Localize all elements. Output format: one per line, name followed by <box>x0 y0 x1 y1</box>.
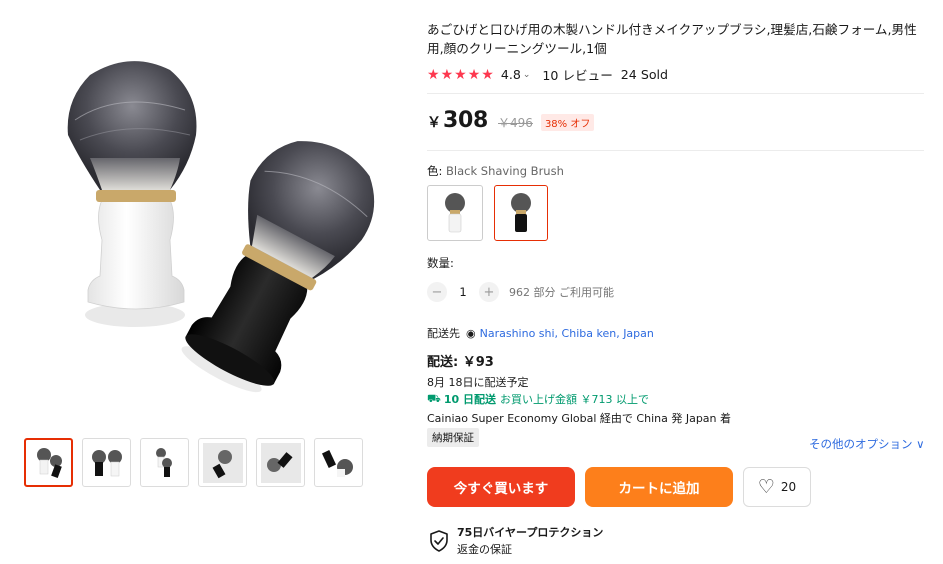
chevron-down-icon[interactable]: ⌄ <box>523 70 531 80</box>
star-icon: ★ <box>440 66 454 83</box>
rating-stars: ★ ★ ★ ★ ★ <box>427 68 494 82</box>
star-icon: ★ <box>467 66 481 83</box>
shield-check-icon <box>430 529 448 552</box>
buyer-protection-subtitle: 返金の保証 <box>457 543 512 556</box>
quantity-stepper: − 1 + 962 部分 ご利用可能 <box>427 282 614 302</box>
divider <box>427 93 924 94</box>
product-main-image[interactable] <box>20 40 410 420</box>
rating-row: ★ ★ ★ ★ ★ 4.8 ⌄ 10 レビュー 24 Sold <box>427 65 668 84</box>
divider <box>427 150 924 151</box>
quantity-increase-button[interactable]: + <box>479 282 499 302</box>
shipping-fee: 配送: ￥93 <box>427 355 494 370</box>
heart-icon: ♡ <box>757 475 775 498</box>
thumbnail-1[interactable] <box>24 438 73 487</box>
wishlist-button[interactable]: ♡ 20 <box>743 467 811 507</box>
star-icon: ★ <box>454 66 467 83</box>
fast-delivery-condition: お買い上げ金額 ￥713 以上で <box>499 393 649 406</box>
shipping-carrier: Cainiao Super Economy Global 経由で China 発… <box>427 412 732 425</box>
fast-delivery-days: 10 日配送 <box>443 393 496 406</box>
sold-count: 24 Sold <box>620 67 669 82</box>
delivery-date: 8月 18日に配送予定 <box>427 376 529 389</box>
thumbnail-3[interactable] <box>140 438 189 487</box>
wishlist-count: 20 <box>780 480 797 494</box>
white-brush-illustration <box>67 61 197 327</box>
color-label-text: 色: <box>427 164 443 178</box>
quantity-value[interactable]: 1 <box>447 285 479 299</box>
fast-delivery-row: ⛟ 10 日配送 お買い上げ金額 ￥713 以上で <box>427 391 649 407</box>
thumbnail-4[interactable] <box>198 438 247 487</box>
color-label: 色: Black Shaving Brush <box>427 163 564 179</box>
discount-badge: 38% オフ <box>540 114 595 131</box>
truck-icon: ⛟ <box>427 391 441 405</box>
buy-now-button[interactable]: 今すぐ買います <box>427 467 575 507</box>
product-title: あごひげと口ひげ用の木製ハンドル付きメイクアップブラシ,理髪店,石鹸フォーム,男… <box>427 22 917 56</box>
thumbnail-6[interactable] <box>314 438 363 487</box>
rating-value[interactable]: 4.8 <box>501 67 521 82</box>
available-stock: 962 部分 ご利用可能 <box>509 286 614 299</box>
ship-to-label: 配送先 <box>427 327 460 340</box>
original-price: ￥496 <box>498 116 533 130</box>
price-currency: ￥ <box>427 115 441 131</box>
black-brush-illustration <box>181 141 375 393</box>
buyer-protection-title: 75日バイヤープロテクション <box>457 526 604 539</box>
add-to-cart-button[interactable]: カートに追加 <box>585 467 733 507</box>
thumbnail-2[interactable] <box>82 438 131 487</box>
current-price: 308 <box>443 108 489 133</box>
buyer-protection[interactable]: 75日バイヤープロテクション 返金の保証 <box>429 524 603 557</box>
star-icon: ★ <box>427 66 440 83</box>
buyer-protection-text: 75日バイヤープロテクション 返金の保証 <box>457 524 603 557</box>
selected-color: Black Shaving Brush <box>446 164 564 178</box>
ship-to-row: 配送先 ◉ Narashino shi, Chiba ken, Japan <box>427 325 654 341</box>
reviews-link[interactable]: 10 レビュー <box>542 65 612 84</box>
delivery-guarantee-badge: 納期保証 <box>427 428 479 447</box>
color-swatches <box>427 185 548 241</box>
location-pin-icon: ◉ <box>466 326 476 340</box>
thumbnail-strip <box>24 438 363 487</box>
star-icon: ★ <box>481 66 494 83</box>
quantity-decrease-button[interactable]: − <box>427 282 447 302</box>
price-row: ￥ 308 ￥496 38% オフ <box>427 108 595 133</box>
swatch-black-brush[interactable] <box>494 185 548 241</box>
more-shipping-options-link[interactable]: その他のオプション ∨ <box>809 436 925 452</box>
quantity-label: 数量: <box>427 256 454 270</box>
swatch-white-brush[interactable] <box>427 185 483 241</box>
thumbnail-5[interactable] <box>256 438 305 487</box>
ship-to-location-link[interactable]: Narashino shi, Chiba ken, Japan <box>480 327 654 340</box>
